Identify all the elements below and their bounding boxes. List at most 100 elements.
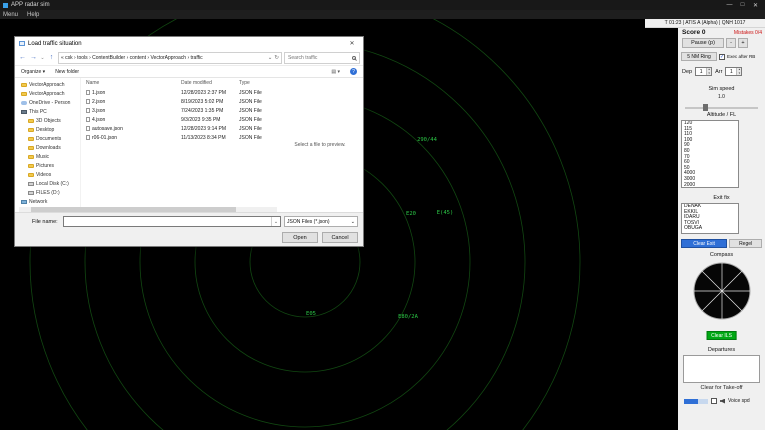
- column-header-type[interactable]: Type: [239, 80, 277, 86]
- maximize-button[interactable]: □: [736, 2, 749, 8]
- file-name-combobox[interactable]: ⌄: [63, 216, 281, 227]
- view-options-icon[interactable]: ▤ ▾: [331, 69, 340, 75]
- tree-item[interactable]: VectorApproach: [15, 80, 80, 89]
- up-icon[interactable]: ↑: [47, 54, 56, 61]
- dialog-title-bar[interactable]: Load traffic situation ✕: [15, 37, 363, 50]
- nm-ring-button[interactable]: 5 NM Ring: [681, 52, 717, 61]
- folder-icon: [28, 137, 34, 141]
- net-icon: [21, 200, 27, 204]
- exit-fix-option[interactable]: OBUGA: [682, 226, 738, 232]
- tree-item[interactable]: FILES (D:): [15, 188, 80, 197]
- file-row[interactable]: 3.json 7/24/2023 1:35 PM JSON File: [81, 106, 277, 115]
- address-bar[interactable]: « csk › tools › ContentBuilder › content…: [58, 52, 282, 64]
- cloud-icon: [21, 101, 27, 105]
- window-title: APP radar sim: [11, 2, 50, 8]
- tree-item[interactable]: Music: [15, 152, 80, 161]
- refresh-icon[interactable]: ↻: [274, 55, 279, 61]
- json-icon: [86, 135, 90, 140]
- file-row[interactable]: autosave.json 12/28/2023 9:14 PM JSON Fi…: [81, 124, 277, 133]
- slider-track: [685, 107, 758, 109]
- column-header-modified[interactable]: Date modified: [181, 80, 239, 86]
- app-window: APP radar sim — □ ✕ Menu Help 290/44 E20 E(…: [0, 0, 765, 430]
- arr-spinner-arrows[interactable]: ▴▾: [736, 68, 741, 75]
- exit-fix-list[interactable]: DENAKEKKILIDARUTOSVIOBUGA: [681, 203, 739, 234]
- breadcrumb[interactable]: « csk › tools › ContentBuilder › content…: [61, 55, 266, 61]
- search-input[interactable]: [288, 55, 350, 61]
- json-icon: [86, 108, 90, 113]
- column-header-name[interactable]: Name: [81, 80, 181, 86]
- radar-fix-label[interactable]: 290/44: [417, 137, 437, 143]
- search-box[interactable]: [284, 52, 360, 64]
- menu-bar: Menu Help: [0, 10, 765, 19]
- regel-button[interactable]: Regel: [729, 239, 762, 248]
- tree-item[interactable]: Videos: [15, 170, 80, 179]
- json-icon: [86, 117, 90, 122]
- dialog-title: Load traffic situation: [28, 41, 345, 47]
- radar-fix-label[interactable]: E80/2A: [398, 314, 418, 320]
- app-icon: [3, 3, 8, 8]
- tree-item[interactable]: VectorApproach: [15, 89, 80, 98]
- minimize-button[interactable]: —: [723, 2, 736, 8]
- pause-button[interactable]: Pause (p): [682, 38, 724, 48]
- altitude-option[interactable]: 2000: [682, 183, 738, 188]
- pc-icon: [21, 110, 27, 114]
- voice-spd-checkbox[interactable]: [711, 398, 717, 404]
- dialog-close-icon[interactable]: ✕: [345, 40, 359, 47]
- forward-icon[interactable]: →: [29, 54, 38, 61]
- history-dropdown-icon[interactable]: ⌄: [40, 55, 45, 61]
- file-type-select[interactable]: JSON Files (*.json) ⌄: [284, 216, 358, 227]
- radar-fix-label[interactable]: E05: [306, 311, 316, 317]
- folder-icon: [28, 173, 34, 177]
- speed-plus-button[interactable]: +: [738, 38, 748, 48]
- new-folder-button[interactable]: New folder: [55, 69, 79, 75]
- file-row[interactable]: 1.json 12/28/2023 2:37 PM JSON File: [81, 88, 277, 97]
- address-dropdown-icon[interactable]: ⌄: [268, 55, 273, 61]
- tree-item[interactable]: Desktop: [15, 125, 80, 134]
- radar-fix-label[interactable]: E(45): [437, 210, 454, 216]
- tree-item[interactable]: Pictures: [15, 161, 80, 170]
- file-row[interactable]: 4.json 9/3/2023 9:35 PM JSON File: [81, 115, 277, 124]
- clear-ils-button[interactable]: Clear ILS: [706, 331, 737, 340]
- tree-item[interactable]: Downloads: [15, 143, 80, 152]
- dialog-icon: [19, 41, 25, 46]
- organize-button[interactable]: Organize ▾: [21, 69, 45, 75]
- menu-item[interactable]: Menu: [3, 12, 18, 18]
- altitude-list[interactable]: 1201151101009080706050400030002000: [681, 120, 739, 188]
- tree-item[interactable]: OneDrive - Person: [15, 98, 80, 107]
- back-icon[interactable]: ←: [18, 54, 27, 61]
- tree-item[interactable]: 3D Objects: [15, 116, 80, 125]
- folder-icon: [21, 92, 27, 96]
- json-icon: [86, 99, 90, 104]
- file-row[interactable]: r06-01.json 11/13/2023 8:34 PM JSON File: [81, 133, 277, 142]
- file-name-input[interactable]: [64, 219, 271, 225]
- slider-thumb[interactable]: [703, 104, 708, 111]
- dep-stepper[interactable]: 1 ▴▾: [695, 67, 712, 76]
- file-list-header: Name Date modified Type: [81, 78, 277, 88]
- radar-fix-label[interactable]: E20: [406, 211, 416, 217]
- voice-volume-slider[interactable]: [684, 399, 708, 404]
- title-bar: APP radar sim — □ ✕: [0, 0, 765, 10]
- clear-exit-button[interactable]: Clear Exit: [681, 239, 727, 248]
- close-button[interactable]: ✕: [749, 2, 762, 9]
- dep-label: Dep: [682, 69, 692, 75]
- menu-item[interactable]: Help: [27, 12, 39, 18]
- clear-for-takeoff-button[interactable]: Clear for Take-off: [678, 385, 765, 391]
- arr-stepper[interactable]: 1 ▴▾: [725, 67, 742, 76]
- file-row[interactable]: 2.json 8/19/2023 5:02 PM JSON File: [81, 97, 277, 106]
- departures-list[interactable]: [683, 355, 760, 383]
- open-button[interactable]: Open: [282, 232, 318, 243]
- tree-item[interactable]: Local Disk (C:): [15, 179, 80, 188]
- compass-rose[interactable]: [692, 261, 752, 321]
- mistakes-label: Mistakes 0/4: [734, 30, 762, 36]
- search-icon: [352, 56, 356, 60]
- sim-speed-slider[interactable]: [685, 104, 758, 111]
- dep-spinner-arrows[interactable]: ▴▾: [706, 68, 711, 75]
- file-name-dropdown-icon[interactable]: ⌄: [271, 217, 280, 226]
- exec-after-rb-checkbox[interactable]: ✓: [719, 54, 725, 60]
- help-icon[interactable]: ?: [350, 68, 357, 75]
- tree-item[interactable]: Documents: [15, 134, 80, 143]
- speed-minus-button[interactable]: -: [726, 38, 736, 48]
- tree-item[interactable]: This PC: [15, 107, 80, 116]
- cancel-button[interactable]: Cancel: [322, 232, 358, 243]
- tree-item[interactable]: Network: [15, 197, 80, 206]
